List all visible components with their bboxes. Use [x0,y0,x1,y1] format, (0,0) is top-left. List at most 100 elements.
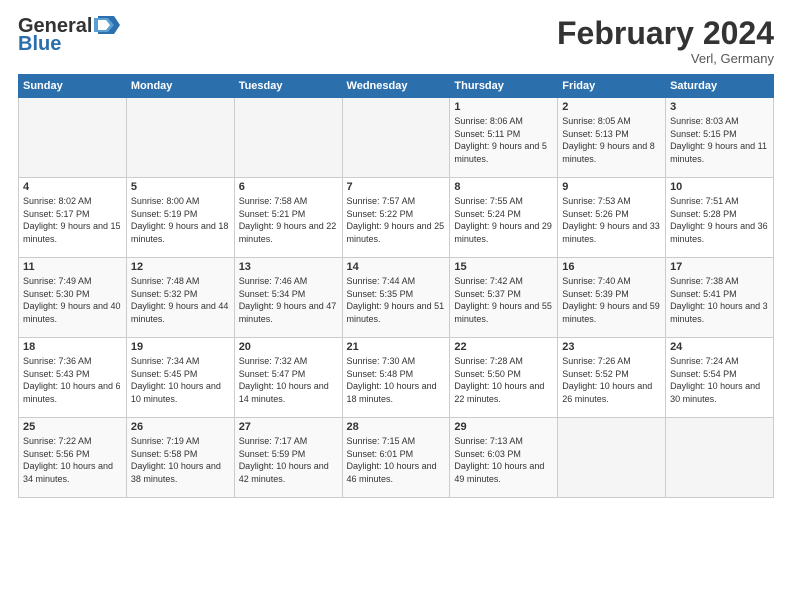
day-content: Sunrise: 7:34 AM Sunset: 5:45 PM Dayligh… [131,355,230,405]
week-row-1: 1 Sunrise: 8:06 AM Sunset: 5:11 PM Daylig… [19,98,774,178]
day-number: 11 [23,261,122,273]
day-number: 18 [23,341,122,353]
calendar-cell: 3Sunrise: 8:03 AM Sunset: 5:15 PM Daylig… [666,98,774,178]
week-row-2: 4 Sunrise: 8:02 AM Sunset: 5:17 PM Daylig… [19,178,774,258]
day-content: Sunrise: 7:32 AM Sunset: 5:47 PM Dayligh… [239,355,338,405]
calendar-cell: 27 Sunrise: 7:17 AM Sunset: 5:59 PM Dayli… [234,418,342,498]
day-content: Sunrise: 8:00 AM Sunset: 5:19 PM Dayligh… [131,195,230,245]
calendar-cell: 8 Sunrise: 7:55 AM Sunset: 5:24 PM Daylig… [450,178,558,258]
logo-icon [94,14,120,36]
day-number: 13 [239,261,338,273]
day-number: 15 [454,261,553,273]
col-header-tuesday: Tuesday [234,75,342,98]
day-number: 20 [239,341,338,353]
calendar-cell: 1 Sunrise: 8:06 AM Sunset: 5:11 PM Daylig… [450,98,558,178]
calendar-cell: 12 Sunrise: 7:48 AM Sunset: 5:32 PM Dayli… [126,258,234,338]
day-number: 12 [131,261,230,273]
calendar-cell [234,98,342,178]
day-content: Sunrise: 7:51 AM Sunset: 5:28 PM Dayligh… [670,195,769,245]
day-number: 6 [239,181,338,193]
day-content: Sunrise: 7:24 AM Sunset: 5:54 PM Dayligh… [670,355,769,405]
day-number: 29 [454,421,553,433]
day-number: 7 [347,181,446,193]
calendar-cell: 20 Sunrise: 7:32 AM Sunset: 5:47 PM Dayli… [234,338,342,418]
calendar-cell: 6 Sunrise: 7:58 AM Sunset: 5:21 PM Daylig… [234,178,342,258]
day-content: Sunrise: 8:06 AM Sunset: 5:11 PM Dayligh… [454,115,553,165]
logo-blue: Blue [18,34,120,54]
calendar-cell: 10Sunrise: 7:51 AM Sunset: 5:28 PM Dayli… [666,178,774,258]
day-number: 1 [454,101,553,113]
calendar-cell: 11 Sunrise: 7:49 AM Sunset: 5:30 PM Dayli… [19,258,127,338]
calendar-cell [19,98,127,178]
col-header-sunday: Sunday [19,75,127,98]
header-row: SundayMondayTuesdayWednesdayThursdayFrid… [19,75,774,98]
logo: General Blue [18,16,120,54]
calendar-cell: 7 Sunrise: 7:57 AM Sunset: 5:22 PM Daylig… [342,178,450,258]
day-number: 5 [131,181,230,193]
week-row-3: 11 Sunrise: 7:49 AM Sunset: 5:30 PM Dayli… [19,258,774,338]
day-content: Sunrise: 7:36 AM Sunset: 5:43 PM Dayligh… [23,355,122,405]
calendar-cell: 19Sunrise: 7:34 AM Sunset: 5:45 PM Dayli… [126,338,234,418]
day-number: 8 [454,181,553,193]
calendar-cell [666,418,774,498]
calendar-cell: 22Sunrise: 7:28 AM Sunset: 5:50 PM Dayli… [450,338,558,418]
day-content: Sunrise: 7:26 AM Sunset: 5:52 PM Dayligh… [562,355,661,405]
day-content: Sunrise: 7:30 AM Sunset: 5:48 PM Dayligh… [347,355,446,405]
calendar-cell: 16 Sunrise: 7:40 AM Sunset: 5:39 PM Dayli… [558,258,666,338]
calendar-cell: 18 Sunrise: 7:36 AM Sunset: 5:43 PM Dayli… [19,338,127,418]
calendar-cell: 21Sunrise: 7:30 AM Sunset: 5:48 PM Dayli… [342,338,450,418]
col-header-friday: Friday [558,75,666,98]
day-content: Sunrise: 7:42 AM Sunset: 5:37 PM Dayligh… [454,275,553,325]
day-content: Sunrise: 7:40 AM Sunset: 5:39 PM Dayligh… [562,275,661,325]
day-number: 2 [562,101,661,113]
calendar-cell: 24 Sunrise: 7:24 AM Sunset: 5:54 PM Dayli… [666,338,774,418]
calendar-cell [126,98,234,178]
day-content: Sunrise: 7:55 AM Sunset: 5:24 PM Dayligh… [454,195,553,245]
day-content: Sunrise: 8:05 AM Sunset: 5:13 PM Dayligh… [562,115,661,165]
col-header-thursday: Thursday [450,75,558,98]
day-number: 4 [23,181,122,193]
calendar-cell: 15 Sunrise: 7:42 AM Sunset: 5:37 PM Dayli… [450,258,558,338]
day-content: Sunrise: 7:17 AM Sunset: 5:59 PM Dayligh… [239,435,338,485]
day-content: Sunrise: 7:48 AM Sunset: 5:32 PM Dayligh… [131,275,230,325]
day-number: 16 [562,261,661,273]
day-number: 9 [562,181,661,193]
day-content: Sunrise: 7:49 AM Sunset: 5:30 PM Dayligh… [23,275,122,325]
calendar-cell: 29 Sunrise: 7:13 AM Sunset: 6:03 PM Dayli… [450,418,558,498]
day-content: Sunrise: 8:03 AM Sunset: 5:15 PM Dayligh… [670,115,769,165]
calendar-cell: 4 Sunrise: 8:02 AM Sunset: 5:17 PM Daylig… [19,178,127,258]
calendar-cell: 9Sunrise: 7:53 AM Sunset: 5:26 PM Daylig… [558,178,666,258]
day-content: Sunrise: 7:58 AM Sunset: 5:21 PM Dayligh… [239,195,338,245]
day-number: 27 [239,421,338,433]
day-number: 28 [347,421,446,433]
location: Verl, Germany [557,51,774,66]
day-content: Sunrise: 7:57 AM Sunset: 5:22 PM Dayligh… [347,195,446,245]
week-row-5: 25 Sunrise: 7:22 AM Sunset: 5:56 PM Dayli… [19,418,774,498]
day-content: Sunrise: 7:38 AM Sunset: 5:41 PM Dayligh… [670,275,769,325]
day-content: Sunrise: 7:15 AM Sunset: 6:01 PM Dayligh… [347,435,446,485]
page: General Blue February 2024 Verl, Germany… [0,0,792,612]
col-header-wednesday: Wednesday [342,75,450,98]
calendar-cell [558,418,666,498]
calendar-cell: 17 Sunrise: 7:38 AM Sunset: 5:41 PM Dayli… [666,258,774,338]
calendar-cell: 26 Sunrise: 7:19 AM Sunset: 5:58 PM Dayli… [126,418,234,498]
calendar-cell: 14Sunrise: 7:44 AM Sunset: 5:35 PM Dayli… [342,258,450,338]
calendar-cell: 5 Sunrise: 8:00 AM Sunset: 5:19 PM Daylig… [126,178,234,258]
calendar-cell: 28 Sunrise: 7:15 AM Sunset: 6:01 PM Dayli… [342,418,450,498]
title-block: February 2024 Verl, Germany [557,16,774,66]
week-row-4: 18 Sunrise: 7:36 AM Sunset: 5:43 PM Dayli… [19,338,774,418]
day-content: Sunrise: 7:22 AM Sunset: 5:56 PM Dayligh… [23,435,122,485]
calendar-cell: 13 Sunrise: 7:46 AM Sunset: 5:34 PM Dayli… [234,258,342,338]
day-number: 17 [670,261,769,273]
day-content: Sunrise: 8:02 AM Sunset: 5:17 PM Dayligh… [23,195,122,245]
month-title: February 2024 [557,16,774,51]
day-number: 25 [23,421,122,433]
day-number: 24 [670,341,769,353]
header: General Blue February 2024 Verl, Germany [18,16,774,66]
day-number: 26 [131,421,230,433]
calendar-cell: 23 Sunrise: 7:26 AM Sunset: 5:52 PM Dayli… [558,338,666,418]
day-content: Sunrise: 7:13 AM Sunset: 6:03 PM Dayligh… [454,435,553,485]
day-content: Sunrise: 7:46 AM Sunset: 5:34 PM Dayligh… [239,275,338,325]
day-content: Sunrise: 7:19 AM Sunset: 5:58 PM Dayligh… [131,435,230,485]
day-number: 23 [562,341,661,353]
